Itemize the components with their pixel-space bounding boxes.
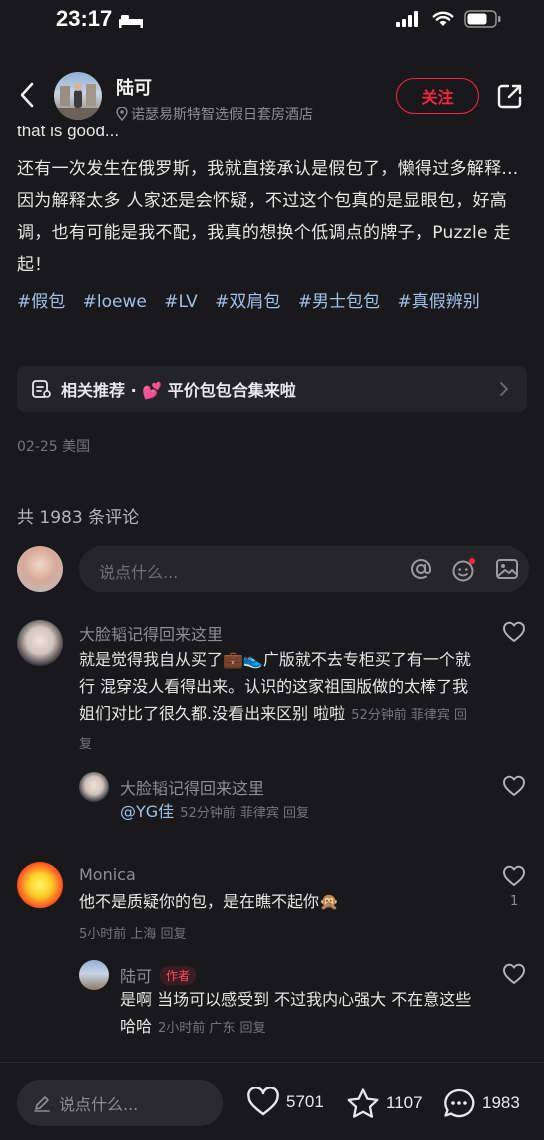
status-indicators xyxy=(396,10,502,28)
reply-item: 陆可 作者 是啊 当场可以感受到 不过我内心强大 不在意这些 哈哈 2小时前 广东 … xyxy=(0,958,544,1048)
note-list-icon xyxy=(32,380,51,398)
status-time: 23:17 xyxy=(56,6,113,31)
replier-avatar[interactable] xyxy=(79,772,109,802)
author-name[interactable]: 陆可 xyxy=(116,74,152,100)
tag-link[interactable]: #loewe xyxy=(83,292,147,312)
like-action[interactable]: 5701 xyxy=(246,1087,324,1117)
reply-item: 大脸韬记得回来这里 @YG佳 52分钟前 菲律宾 回复 xyxy=(0,770,544,830)
bottom-comment-input[interactable]: 说点什么... xyxy=(17,1080,223,1126)
commenter-name[interactable]: 大脸韬记得回来这里 xyxy=(79,621,223,645)
tag-link[interactable]: #假包 xyxy=(17,292,65,312)
replier-name-row: 陆可 作者 xyxy=(120,963,197,987)
tag-link[interactable]: #LV xyxy=(164,292,197,312)
follow-button[interactable]: 关注 xyxy=(396,78,479,114)
related-recommendation-card[interactable]: 相关推荐 · 💕 平价包包合集来啦 xyxy=(17,366,527,412)
comments-count-heading: 共 1983 条评论 xyxy=(17,508,140,528)
post-tags: #假包 #loewe #LV #双肩包 #男士包包 #真假辨别 xyxy=(17,286,529,318)
replier-name[interactable]: 陆可 xyxy=(120,967,152,986)
tag-link[interactable]: #真假辨别 xyxy=(397,292,479,312)
post-date-location: 02-25 美国 xyxy=(17,439,91,455)
pencil-icon xyxy=(34,1096,50,1112)
related-recommendation-label: 相关推荐 · 💕 平价包包合集来啦 xyxy=(61,381,296,400)
reply-text: @YG佳 52分钟前 菲律宾 回复 xyxy=(120,798,480,827)
reply-meta[interactable]: 2小时前 广东 回复 xyxy=(158,1021,266,1036)
tag-link[interactable]: #男士包包 xyxy=(298,292,380,312)
sleep-focus-icon xyxy=(119,15,143,28)
comment-item: Monica 他不是质疑你的包，是在瞧不起你🙊 5小时前 上海 回复 1 xyxy=(0,860,544,950)
back-icon[interactable] xyxy=(16,80,40,110)
comment-bubble-icon xyxy=(444,1088,475,1118)
heart-icon[interactable] xyxy=(502,775,526,797)
post-body-text: 还有一次发生在俄罗斯，我就直接承认是假包了，懒得过多解释...因为解释太多 人家… xyxy=(17,159,519,275)
comment-input-placeholder: 说点什么... xyxy=(99,563,179,582)
replier-avatar[interactable] xyxy=(79,960,109,990)
replier-name[interactable]: 大脸韬记得回来这里 xyxy=(120,775,264,799)
status-bar: 23:17 xyxy=(0,0,544,44)
post-header: 陆可 诺瑟易斯特智选假日套房酒店 关注 xyxy=(0,66,544,126)
mention-icon[interactable] xyxy=(409,557,433,581)
like-count: 1 xyxy=(510,894,519,909)
avatar-photo xyxy=(54,83,102,120)
author-location[interactable]: 诺瑟易斯特智选假日套房酒店 xyxy=(116,104,313,124)
comment-meta[interactable]: 5小时前 上海 回复 xyxy=(79,923,187,942)
location-pin-icon xyxy=(116,107,128,121)
commenter-name[interactable]: Monica xyxy=(79,865,136,884)
heart-icon xyxy=(247,1087,279,1116)
comment-item: 大脸韬记得回来这里 就是觉得我自从买了💼👟广版就不去专柜买了有一个就行 混穿没人… xyxy=(0,616,544,756)
comment-input-row: 说点什么... xyxy=(17,546,529,592)
comment-text: 就是觉得我自从买了💼👟广版就不去专柜买了有一个就行 混穿没人看得出来。认识的这家… xyxy=(79,646,477,758)
signal-icon xyxy=(396,11,418,27)
author-badge: 作者 xyxy=(160,966,197,985)
tag-link[interactable]: #双肩包 xyxy=(215,292,280,312)
heart-icon[interactable] xyxy=(502,963,526,985)
share-icon[interactable] xyxy=(496,82,524,110)
commenter-avatar[interactable] xyxy=(17,862,63,908)
wifi-icon xyxy=(432,11,454,26)
my-avatar[interactable] xyxy=(17,546,63,592)
emoji-icon[interactable] xyxy=(451,557,477,583)
image-icon[interactable] xyxy=(495,557,519,581)
bottom-action-bar: 说点什么... 5701 1107 1983 xyxy=(0,1062,544,1140)
reply-text: 是啊 当场可以感受到 不过我内心强大 不在意这些 哈哈 2小时前 广东 回复 xyxy=(120,986,476,1042)
location-label: 诺瑟易斯特智选假日套房酒店 xyxy=(131,107,313,123)
heart-icon[interactable] xyxy=(502,865,526,887)
bottom-input-placeholder: 说点什么... xyxy=(59,1095,139,1114)
battery-icon xyxy=(464,10,501,28)
comment-body: 他不是质疑你的包，是在瞧不起你🙊 xyxy=(79,892,339,911)
comment-input[interactable]: 说点什么... xyxy=(79,546,529,592)
comment-count: 1983 xyxy=(482,1093,520,1112)
reply-body: @YG佳 xyxy=(120,802,175,821)
commenter-avatar[interactable] xyxy=(17,620,63,666)
star-icon xyxy=(347,1088,379,1118)
comment-action[interactable]: 1983 xyxy=(442,1087,520,1119)
heart-icon[interactable] xyxy=(502,621,526,643)
like-count: 5701 xyxy=(286,1092,324,1111)
favorite-count: 1107 xyxy=(386,1093,423,1112)
reply-meta[interactable]: 52分钟前 菲律宾 回复 xyxy=(180,806,309,821)
favorite-action[interactable]: 1107 xyxy=(346,1087,423,1119)
chevron-right-icon xyxy=(500,382,509,396)
author-avatar[interactable] xyxy=(54,72,102,120)
